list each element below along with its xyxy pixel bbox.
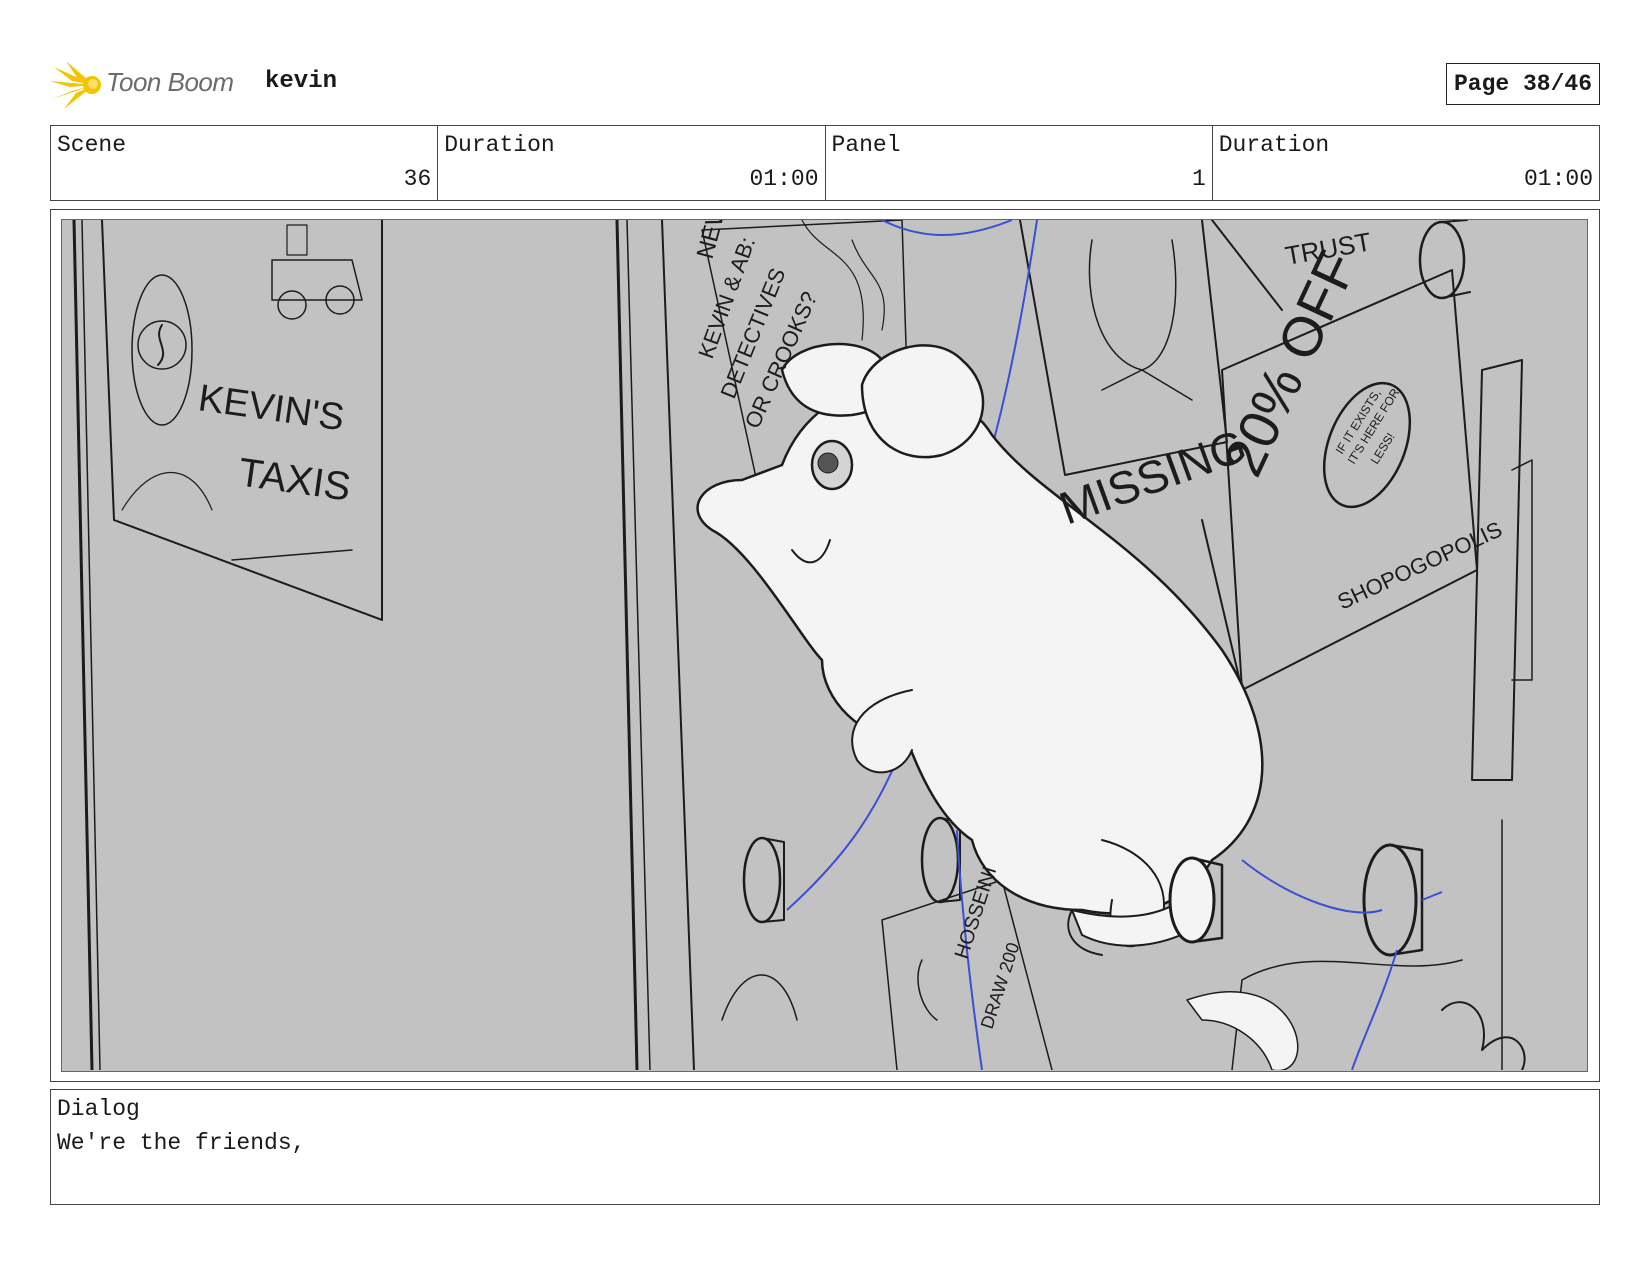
scene-duration-cell: Duration 01:00	[438, 126, 826, 200]
page-indicator: Page 38/46	[1445, 63, 1600, 105]
scene-duration-label: Duration	[444, 132, 555, 158]
storyboard-panel-frame: KEVIN'S TAXIS NEW KEVIN & AB: DETECTIVES…	[50, 209, 1600, 1082]
panel-duration-value: 01:00	[1523, 166, 1593, 192]
taxi-poster-line-2: TAXIS	[236, 450, 354, 509]
hosseini-line-2: DRAW 200	[977, 940, 1024, 1031]
starburst-icon	[50, 61, 101, 109]
news-line-1: NEW	[692, 220, 733, 262]
scene-duration-value: 01:00	[749, 166, 819, 192]
panel-duration-cell: Duration 01:00	[1213, 126, 1599, 200]
taxi-poster-line-1: KEVIN'S	[196, 377, 347, 439]
panel-label: Panel	[831, 132, 901, 158]
scene-cell: Scene 36	[51, 126, 439, 200]
project-title: kevin	[265, 68, 338, 95]
panel-sketch: KEVIN'S TAXIS NEW KEVIN & AB: DETECTIVES…	[72, 220, 1533, 1070]
dialog-text: We're the friends,	[57, 1130, 306, 1156]
panel-cell: Panel 1	[826, 126, 1213, 200]
scene-label: Scene	[57, 132, 127, 158]
dialog-label: Dialog	[57, 1096, 140, 1122]
page-header: Toon Boom kevin Page 38/46	[50, 55, 1600, 115]
scene-info-row: Scene 36 Duration 01:00 Panel 1 Duration…	[50, 125, 1600, 201]
panel-duration-label: Duration	[1218, 132, 1330, 158]
toon-boom-logo: Toon Boom	[50, 55, 250, 115]
scene-value: 36	[403, 166, 432, 192]
hosseini-line-1: HOSSEINI	[951, 864, 1001, 962]
brand-name: Toon Boom	[106, 67, 234, 97]
dialog-box: Dialog We're the friends,	[50, 1089, 1600, 1205]
storyboard-drawing: KEVIN'S TAXIS NEW KEVIN & AB: DETECTIVES…	[61, 219, 1588, 1072]
panel-value: 1	[1191, 166, 1206, 192]
